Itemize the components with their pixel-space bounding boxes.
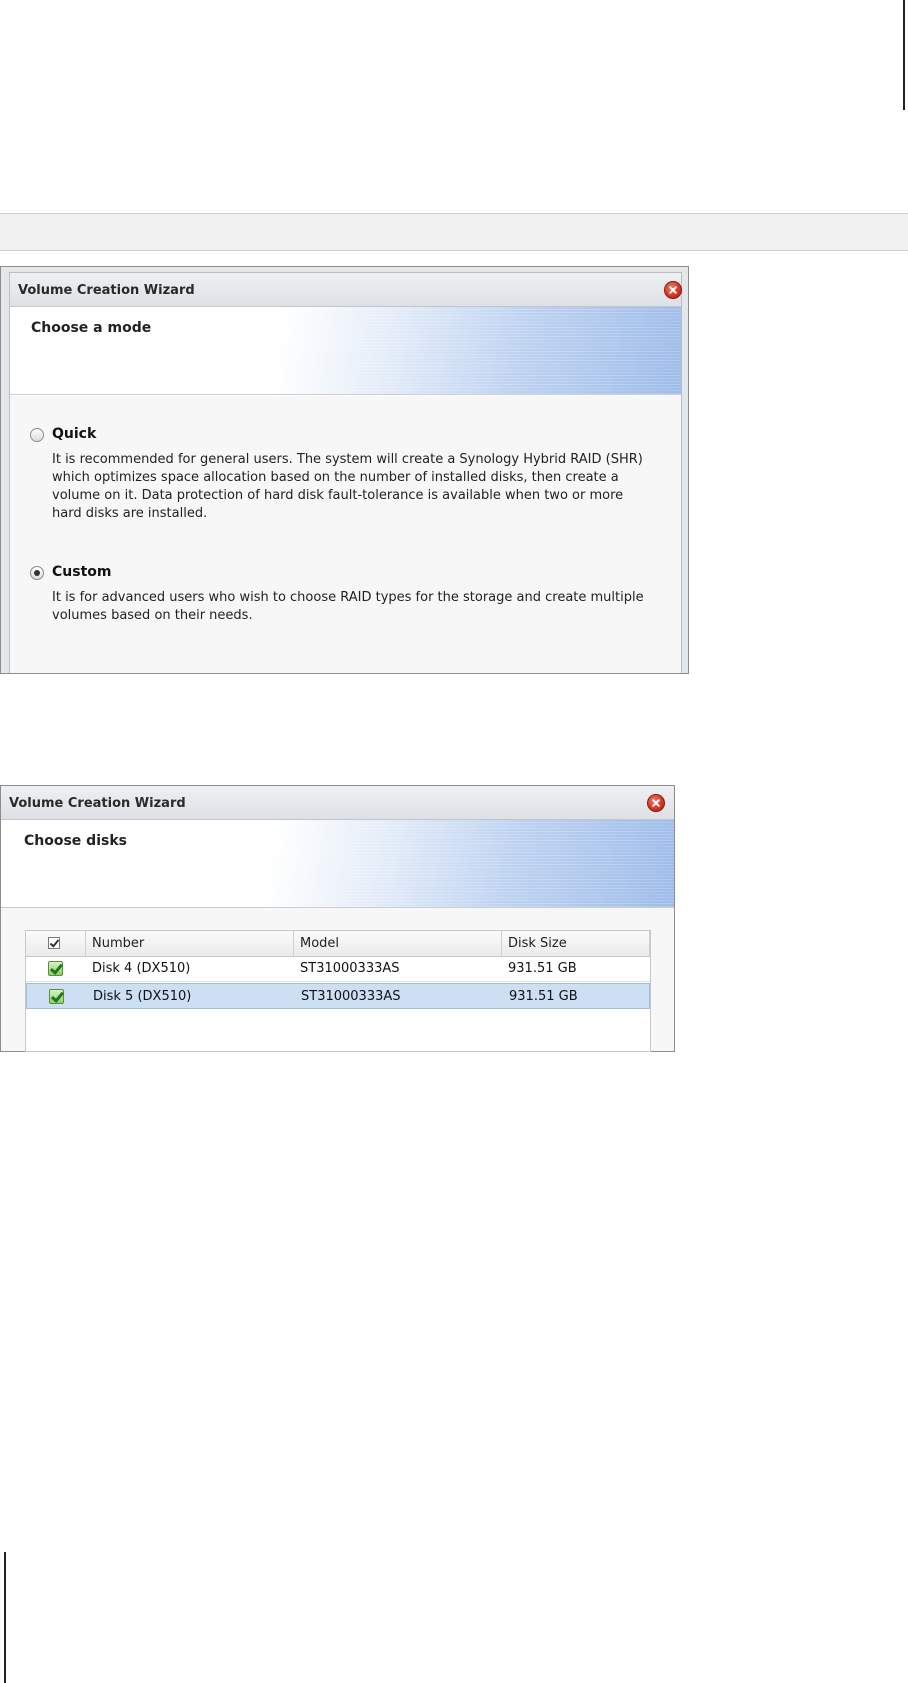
wizard-titlebar[interactable]: Volume Creation Wizard [10, 273, 682, 307]
page-edge-line-bottom [4, 1552, 6, 1683]
option-description: It is for advanced users who wish to cho… [52, 590, 644, 623]
column-header-model[interactable]: Model [294, 931, 502, 956]
option-description: It is recommended for general users. The… [52, 452, 643, 521]
wizard-title: Volume Creation Wizard [9, 796, 186, 811]
wizard-titlebar[interactable]: Volume Creation Wizard [1, 786, 674, 820]
wizard-header-band: Choose a mode [10, 307, 681, 395]
cell-size: 931.51 GB [508, 961, 577, 976]
wizard-header-band: Choose disks [1, 820, 674, 908]
checkbox-checked-icon[interactable] [48, 961, 63, 976]
header-checkbox-cell[interactable] [26, 931, 86, 956]
wizard-title: Volume Creation Wizard [18, 283, 195, 298]
page-edge-line-top [903, 0, 905, 110]
radio-quick[interactable] [30, 428, 44, 442]
wizard-window-mode: Volume Creation Wizard Choose a mode Qui… [0, 266, 689, 674]
cell-model: ST31000333AS [300, 961, 400, 976]
column-header-disk-size[interactable]: Disk Size [502, 931, 650, 956]
wizard-frame: Volume Creation Wizard Choose a mode Qui… [9, 272, 682, 673]
cell-number: Disk 4 (DX510) [92, 961, 191, 976]
cell-size: 931.51 GB [509, 989, 578, 1004]
close-icon[interactable] [664, 281, 682, 299]
radio-custom[interactable] [30, 566, 44, 580]
wizard-content: Quick It is recommended for general user… [10, 396, 681, 673]
select-all-checkbox[interactable] [48, 937, 60, 949]
step-heading: Choose disks [24, 833, 127, 849]
checkbox-checked-icon[interactable] [49, 989, 64, 1004]
wizard-window-disks: Volume Creation Wizard Choose disks Numb… [0, 785, 675, 1052]
column-header-number[interactable]: Number [86, 931, 294, 956]
gray-banner [0, 213, 908, 251]
option-label: Quick [52, 426, 97, 442]
table-header: Number Model Disk Size [26, 931, 650, 957]
table-row[interactable]: Disk 5 (DX510) ST31000333AS 931.51 GB [26, 983, 650, 1009]
cell-number: Disk 5 (DX510) [93, 989, 192, 1004]
step-heading: Choose a mode [31, 320, 152, 336]
disk-table: Number Model Disk Size Disk 4 (DX510) ST… [25, 930, 651, 1052]
close-icon[interactable] [647, 794, 665, 812]
cell-model: ST31000333AS [301, 989, 401, 1004]
option-label: Custom [52, 564, 112, 580]
table-row[interactable]: Disk 4 (DX510) ST31000333AS 931.51 GB [26, 956, 650, 982]
